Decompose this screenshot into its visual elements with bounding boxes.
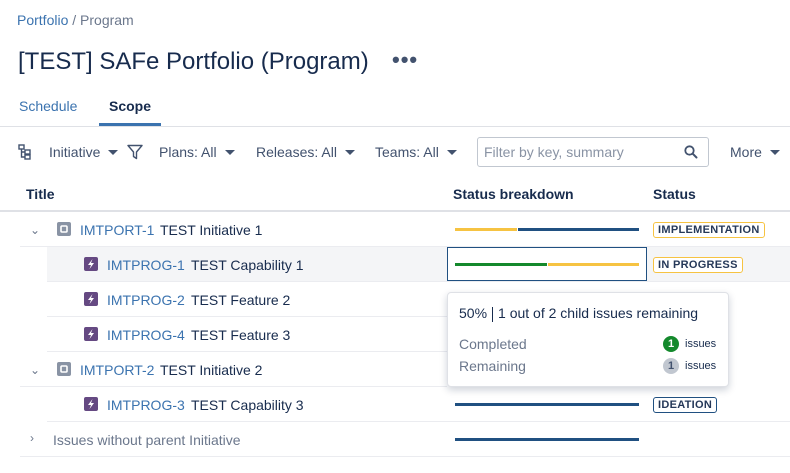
tooltip-completed-unit: issues [685, 338, 717, 350]
tab-schedule[interactable]: Schedule [19, 98, 77, 114]
table-row[interactable]: IMTPROG-1 TEST Capability 1 IN PROGRESS [47, 247, 790, 282]
issue-key-link[interactable]: IMTPROG-4 [107, 327, 185, 343]
hierarchy-dropdown-label: Initiative [49, 144, 101, 160]
capability-icon [84, 397, 98, 411]
search-input[interactable] [484, 144, 674, 160]
teams-dropdown[interactable]: Teams: All [375, 144, 457, 160]
table-row[interactable]: IMTPROG-3 TEST Capability 3 IDEATION [47, 387, 790, 422]
filter-icon[interactable] [127, 144, 143, 163]
plans-dropdown-label: Plans: All [159, 144, 217, 160]
status-badge[interactable]: IMPLEMENTATION [653, 222, 765, 238]
issue-summary: TEST Initiative 2 [160, 362, 263, 378]
table-row[interactable]: ⌄ IMTPORT-2 TEST Initiative 2 [20, 352, 447, 387]
group-label: Issues without parent Initiative [53, 432, 241, 448]
breadcrumb-portfolio-link[interactable]: Portfolio [17, 12, 68, 28]
table-row[interactable]: ⌄ IMTPORT-1 TEST Initiative 1 IMPLEMENTA… [20, 212, 790, 247]
issue-summary: TEST Initiative 1 [160, 222, 263, 238]
tab-scope[interactable]: Scope [109, 98, 151, 114]
breakdown-todo-bar [518, 228, 639, 231]
tab-bar: Schedule Scope [0, 90, 790, 127]
breadcrumb-separator: / [72, 12, 77, 28]
more-dropdown-label: More [730, 144, 762, 160]
issue-summary: TEST Capability 3 [191, 397, 304, 413]
chevron-down-icon [446, 149, 457, 155]
chevron-down-icon[interactable]: ⌄ [30, 223, 40, 237]
tooltip-divider [492, 306, 494, 322]
hierarchy-icon[interactable] [18, 144, 32, 163]
plans-dropdown[interactable]: Plans: All [159, 144, 235, 160]
issue-summary: TEST Feature 3 [191, 327, 291, 343]
status-badge[interactable]: IDEATION [653, 397, 718, 413]
chevron-down-icon[interactable]: ⌄ [30, 363, 40, 377]
breakdown-in-progress-bar [548, 263, 639, 266]
table-row[interactable]: IMTPROG-4 TEST Feature 3 [47, 317, 447, 352]
teams-dropdown-label: Teams: All [375, 144, 439, 160]
status-badge[interactable]: IN PROGRESS [653, 257, 743, 273]
feature-icon [84, 327, 98, 341]
status-breakdown-cell[interactable] [447, 247, 647, 281]
table-header: Title Status breakdown Status [0, 176, 790, 212]
breakdown-done-bar [455, 263, 547, 266]
breadcrumb: Portfolio / Program [17, 12, 134, 28]
tooltip-remaining-unit: issues [685, 360, 717, 372]
tooltip-completed-count: 1 [663, 336, 679, 352]
tooltip-summary: 50% 1 out of 2 child issues remaining [459, 305, 698, 322]
search-box [477, 137, 709, 167]
column-status[interactable]: Status [653, 186, 696, 202]
chevron-down-icon [108, 149, 119, 155]
issue-summary: TEST Capability 1 [191, 257, 304, 273]
issue-key-link[interactable]: IMTPROG-3 [107, 397, 185, 413]
tooltip-remaining-text: 1 out of 2 child issues remaining [498, 305, 699, 321]
tooltip-remaining-label: Remaining [459, 358, 526, 374]
status-breakdown-tooltip: 50% 1 out of 2 child issues remaining Com… [447, 292, 729, 387]
table-row[interactable]: › Issues without parent Initiative [20, 422, 790, 457]
table-row[interactable]: IMTPROG-2 TEST Feature 2 [47, 282, 447, 317]
more-dropdown[interactable]: More [730, 144, 780, 160]
initiative-icon [57, 362, 71, 376]
capability-icon [84, 257, 98, 271]
breadcrumb-current: Program [80, 12, 134, 28]
column-status-breakdown[interactable]: Status breakdown [453, 186, 574, 202]
issue-key-link[interactable]: IMTPROG-1 [107, 257, 185, 273]
column-title[interactable]: Title [26, 186, 55, 202]
chevron-down-icon [224, 149, 235, 155]
hierarchy-dropdown[interactable]: Initiative [49, 144, 119, 160]
breakdown-in-progress-bar [455, 228, 517, 231]
more-actions-icon[interactable]: ••• [392, 49, 418, 71]
feature-icon [84, 292, 98, 306]
initiative-icon [57, 222, 71, 236]
chevron-right-icon[interactable]: › [30, 431, 34, 445]
chevron-down-icon [769, 149, 780, 155]
issue-key-link[interactable]: IMTPORT-2 [80, 362, 154, 378]
issue-key-link[interactable]: IMTPROG-2 [107, 292, 185, 308]
tooltip-completed-label: Completed [459, 336, 527, 352]
issue-key-link[interactable]: IMTPORT-1 [80, 222, 154, 238]
issue-summary: TEST Feature 2 [191, 292, 291, 308]
page-title: [TEST] SAFe Portfolio (Program) [18, 48, 369, 75]
breakdown-todo-bar [455, 438, 639, 441]
chevron-down-icon [344, 149, 355, 155]
tooltip-percent: 50% [459, 305, 488, 321]
active-tab-indicator [99, 123, 161, 126]
breakdown-todo-bar [455, 403, 639, 406]
tooltip-remaining-count: 1 [663, 358, 679, 374]
search-icon[interactable] [684, 145, 698, 162]
releases-dropdown-label: Releases: All [256, 144, 337, 160]
releases-dropdown[interactable]: Releases: All [256, 144, 355, 160]
